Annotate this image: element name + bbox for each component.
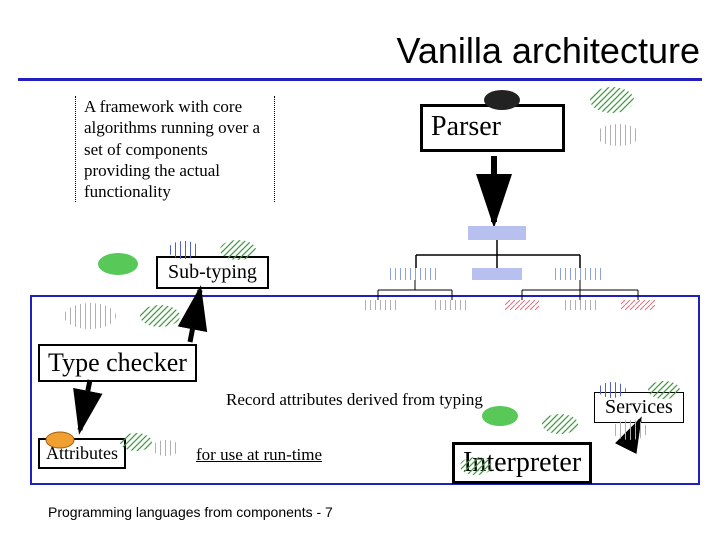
- parse-tree-icon: [362, 226, 655, 310]
- hatch-icon: [612, 420, 648, 440]
- typechecker-box: Type checker: [38, 344, 197, 382]
- for-use-annotation: for use at run-time: [196, 445, 322, 465]
- parser-box: Parser: [420, 104, 565, 152]
- hatch-icon: [596, 124, 640, 146]
- hatch-icon: [140, 305, 180, 327]
- title-underline: [18, 78, 702, 81]
- attributes-box: Attributes: [38, 438, 126, 469]
- framework-description: A framework with core algorithms running…: [75, 96, 275, 202]
- subtyping-box: Sub-typing: [156, 256, 269, 289]
- hatch-icon: [590, 87, 634, 113]
- services-box: Services: [594, 392, 684, 423]
- interpreter-box: Interpreter: [452, 442, 592, 484]
- slide-title: Vanilla architecture: [397, 30, 701, 72]
- hatch-icon: [152, 440, 180, 456]
- blob-icon: [482, 406, 518, 426]
- hatch-icon: [542, 414, 578, 434]
- blob-icon: [98, 253, 138, 275]
- slide-footer: Programming languages from components - …: [48, 504, 333, 520]
- hatch-icon: [64, 303, 116, 329]
- record-attributes-annotation: Record attributes derived from typing: [226, 390, 483, 410]
